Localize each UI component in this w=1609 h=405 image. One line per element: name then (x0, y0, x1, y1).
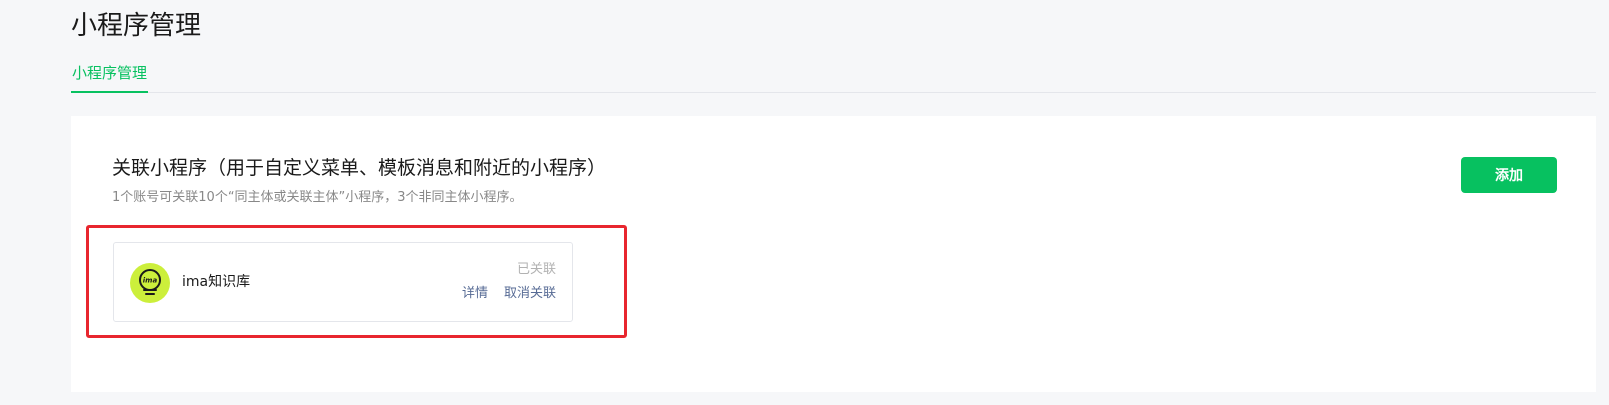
details-link[interactable]: 详情 (462, 285, 488, 303)
app-avatar-label: ima (143, 277, 158, 285)
app-avatar: ima (130, 263, 170, 303)
page-title: 小程序管理 (71, 11, 202, 41)
linked-app-card: ima ima知识库 已关联 详情 取消关联 (113, 242, 573, 322)
linked-miniprogram-panel: 关联小程序（用于自定义菜单、模板消息和附近的小程序） 1个账号可关联10个“同主… (71, 116, 1596, 392)
app-name: ima知识库 (182, 274, 251, 290)
app-link-status: 已关联 (516, 262, 556, 277)
lightbulb-icon: ima (139, 269, 161, 295)
tab-bar: 小程序管理 (71, 60, 1596, 93)
tab-miniprogram-management[interactable]: 小程序管理 (71, 60, 149, 93)
add-button[interactable]: 添加 (1461, 157, 1557, 193)
app-actions: 详情 取消关联 (462, 285, 556, 303)
unlink-link[interactable]: 取消关联 (504, 285, 556, 303)
section-title: 关联小程序（用于自定义菜单、模板消息和附近的小程序） (112, 157, 607, 179)
section-description: 1个账号可关联10个“同主体或关联主体”小程序，3个非同主体小程序。 (112, 190, 523, 205)
